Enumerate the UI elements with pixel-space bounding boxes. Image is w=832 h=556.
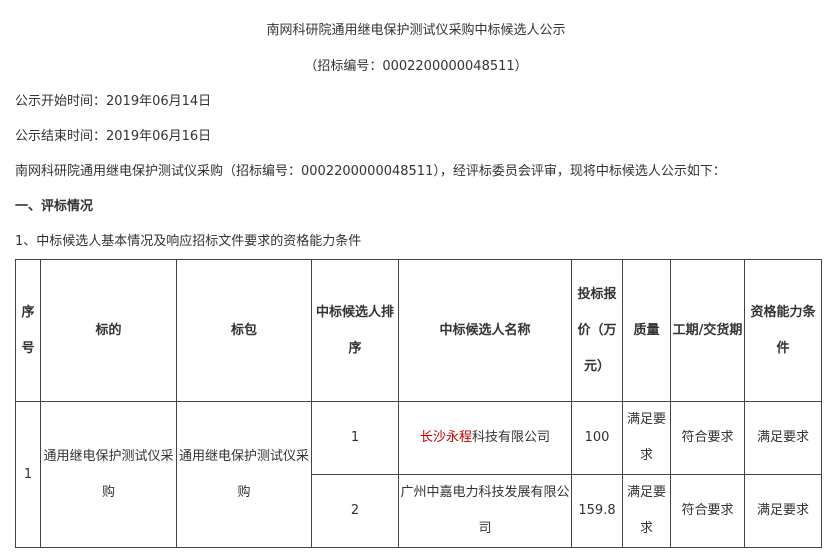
- intro-paragraph: 南网科研院通用继电保护测试仪采购（招标编号：0002200000048511），…: [15, 164, 726, 179]
- quality-cell: 满足要求: [622, 474, 671, 548]
- quality-cell: 满足要求: [622, 401, 671, 475]
- rank-cell: 1: [311, 401, 399, 475]
- candidate-name-highlight: 长沙永程: [419, 430, 472, 445]
- candidate-name-cell: 广州中嘉电力科技发展有限公司: [398, 474, 572, 548]
- subsection-heading: 1、中标候选人基本情况及响应招标文件要求的资格能力条件: [15, 234, 362, 249]
- page-title: 南网科研院通用继电保护测试仪采购中标候选人公示: [266, 23, 566, 38]
- section-heading: 一、评标情况: [15, 199, 94, 214]
- qualification-cell: 满足要求: [744, 401, 822, 475]
- group-index-cell: 1: [15, 401, 41, 548]
- candidate-name-cell: 长沙永程科技有限公司: [398, 401, 572, 475]
- delivery-cell: 符合要求: [670, 401, 745, 475]
- table-row: 1 通用继电保护测试仪采购 通用继电保护测试仪采购 1 长沙永程科技有限公司 1…: [15, 401, 822, 548]
- qualification-cell: 满足要求: [744, 474, 822, 548]
- bid-number: （招标编号：0002200000048511）: [304, 59, 528, 74]
- header-index: 序号: [15, 259, 41, 402]
- header-candidate-name: 中标候选人名称: [398, 259, 572, 402]
- header-package: 标包: [176, 259, 312, 402]
- header-price: 投标报价（万元）: [571, 259, 623, 402]
- price-cell: 100: [571, 401, 623, 475]
- candidate-name-rest: 广州中嘉电力科技发展有限公司: [400, 485, 570, 536]
- rank-cell: 2: [311, 474, 399, 548]
- header-quality: 质量: [622, 259, 671, 402]
- end-time: 公示结束时间：2019年06月16日: [15, 129, 212, 144]
- package-cell: 通用继电保护测试仪采购: [176, 401, 312, 548]
- header-qualification: 资格能力条件: [744, 259, 822, 402]
- candidate-table: 序号 标的 标包 中标候选人排序 中标候选人名称 投标报价（万元） 质量 工期/…: [15, 259, 822, 548]
- header-subject: 标的: [40, 259, 177, 402]
- table-header-row: 序号 标的 标包 中标候选人排序 中标候选人名称 投标报价（万元） 质量 工期/…: [15, 259, 822, 402]
- header-rank: 中标候选人排序: [311, 259, 399, 402]
- price-cell: 159.8: [571, 474, 623, 548]
- delivery-cell: 符合要求: [670, 474, 745, 548]
- subject-cell: 通用继电保护测试仪采购: [40, 401, 177, 548]
- header-delivery: 工期/交货期: [670, 259, 745, 402]
- start-time: 公示开始时间：2019年06月14日: [15, 94, 212, 109]
- candidate-name-rest: 科技有限公司: [472, 430, 551, 445]
